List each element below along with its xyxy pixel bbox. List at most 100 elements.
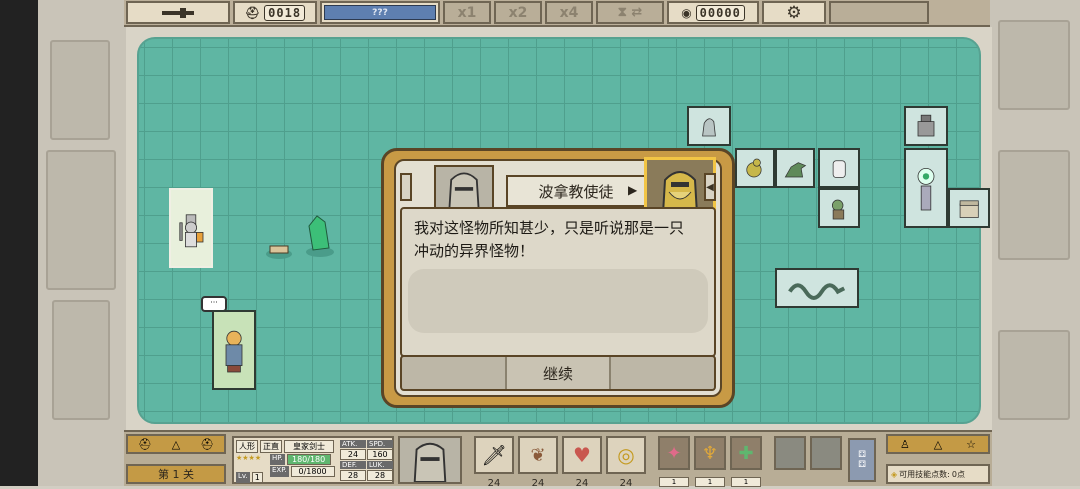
dwarf-unit-tile[interactable] [212, 310, 256, 390]
spd-label: SPD. [367, 440, 393, 448]
shuriken-icon: ✦ [666, 442, 682, 464]
up-arrow-button[interactable]: △ [172, 438, 180, 451]
speed-x2-button[interactable]: x2 [494, 1, 542, 24]
frame-panel [50, 40, 110, 140]
turret-icon [917, 114, 935, 136]
continue-button[interactable]: 继续 [505, 357, 611, 389]
skill-nav: ♙ △ ☆ [886, 434, 990, 454]
dialog-left-tab [400, 173, 412, 201]
skill-attack[interactable]: 🗡 [474, 436, 514, 474]
luk-label: LUK. [367, 461, 393, 469]
item-slot-empty[interactable] [810, 436, 842, 470]
speed-x1-button[interactable]: x1 [443, 1, 491, 24]
serpent-icon [788, 282, 846, 300]
clover-icon: ✚ [738, 442, 754, 464]
hp-label: HP. [270, 454, 285, 465]
skill-speed-value: 24 [531, 478, 545, 489]
progress-bar: ??? [320, 1, 440, 24]
skill-luck[interactable]: ◎ [606, 436, 646, 474]
treasure-chest-icon [959, 200, 979, 218]
knight-helmet-icon [413, 442, 447, 483]
item-claw[interactable]: ♆ [694, 436, 726, 470]
name-arrow-right-icon: ▶ [628, 183, 638, 197]
yellow-chick-tile[interactable] [735, 148, 775, 188]
serpent-tile[interactable] [775, 268, 859, 308]
continue-bar: 继续 [400, 355, 716, 391]
coin-icon: ◎ [617, 443, 635, 467]
heart-icon: ♥ [573, 443, 591, 467]
progress-label: ??? [324, 5, 436, 20]
treasure-chest-tile[interactable] [948, 188, 990, 228]
item-slot-empty[interactable] [774, 436, 806, 470]
dialog-text: 我对这怪物所知甚少，只是听说那是一只冲动的异界怪物！ [414, 219, 685, 260]
luk-value: 28 [367, 470, 393, 481]
ghost-tile[interactable] [818, 148, 860, 188]
dialog-right-arrow[interactable]: ◀ [704, 173, 716, 201]
skill-luck-value: 24 [619, 478, 633, 489]
star-figure-icon: ☆ [966, 437, 977, 451]
coin-icon: ◉ [681, 5, 692, 20]
viking-helmet-icon: ⛑ [200, 437, 215, 451]
exp-value: 0/1800 [290, 466, 335, 477]
viking-helmet-icon: ⛑ [137, 437, 152, 451]
dinosaur-tile[interactable] [775, 148, 815, 188]
race-label: 人形 [236, 440, 258, 453]
def-label: DEF. [340, 461, 366, 469]
item-shuriken[interactable]: ✦ [658, 436, 690, 470]
item-clover[interactable]: ✚ [730, 436, 762, 470]
settings-button[interactable]: ⚙ [762, 1, 826, 24]
skill-health-value: 24 [575, 478, 589, 489]
bird-monster-tile[interactable] [687, 106, 731, 146]
exp-label: EXP. [270, 466, 289, 477]
stage-nav: ⛑ △ ⛑ [126, 434, 226, 454]
rank-stars-icon: ★★★★ [236, 454, 262, 462]
dice-button[interactable]: ⚃ ⚃ [848, 438, 876, 482]
right-frame [988, 0, 1080, 486]
level-value: 1 [251, 472, 263, 483]
bottom-bar: ⛑ △ ⛑ 第 1 关 人形 正直 皇家剑士 ★★★★ HP. 180/180 … [124, 430, 992, 489]
dwarf-icon [225, 330, 243, 372]
skill-point-icon: ◈ [891, 469, 898, 479]
top-right-slot [829, 1, 929, 24]
turret-tile[interactable] [904, 106, 948, 146]
text-bubble-shade [408, 269, 708, 333]
coin-display: ◉ 00000 [667, 1, 759, 24]
speed-x4-button[interactable]: x4 [545, 1, 593, 24]
frame-panel [46, 150, 116, 290]
claw-icon: ♆ [701, 442, 719, 464]
hero-portrait[interactable] [398, 436, 462, 484]
up-arrow-button[interactable]: △ [934, 438, 942, 451]
left-frame [0, 0, 128, 486]
skill-speed[interactable]: ❦ [518, 436, 558, 474]
eye-statue-tile[interactable] [904, 148, 948, 228]
sword-icon: 🗡 [481, 443, 507, 467]
hp-value: 180/180 [286, 454, 331, 465]
pointing-hand-icon [162, 7, 194, 18]
knight-icon [179, 213, 204, 247]
dialog-panel: 波拿教使徒 ▶ ◀ 我对这怪物所知甚少，只是听说那是一只冲动的异界怪物！ 继续 [394, 157, 722, 397]
eye-statue-icon [917, 167, 935, 210]
frame-panel [998, 20, 1070, 110]
gear-icon: ⚙ [786, 2, 802, 23]
knight-helmet-icon [448, 172, 480, 210]
goblin-tile[interactable] [818, 188, 860, 228]
ghost-icon [832, 160, 846, 178]
top-toolbar: ⛑ 0018 ??? x1 x2 x4 ⧗ ⇄ ◉ 00000 ⚙ [124, 0, 990, 27]
dice-icon: ⚃ ⚃ [858, 450, 866, 470]
spd-value: 160 [367, 449, 393, 460]
figure-icon: ♙ [899, 437, 910, 451]
frame-panel [52, 300, 110, 420]
skill-attack-value: 24 [487, 478, 501, 489]
skill-health[interactable]: ♥ [562, 436, 602, 474]
skill-points-value: 0点 [951, 469, 965, 479]
alignment-label: 正直 [260, 440, 282, 453]
boat-sprite [264, 240, 294, 260]
chick-icon [745, 158, 762, 177]
pointer-button[interactable] [126, 1, 230, 24]
knight-hero-tile[interactable] [169, 188, 213, 268]
hourglass-icon: ⧗ ⇄ [617, 5, 643, 20]
frame-panel [998, 330, 1070, 420]
speaker-name-text: 波拿教使徒 [538, 182, 614, 201]
viking-helmet-icon: ⛑ [244, 5, 261, 20]
hourglass-button[interactable]: ⧗ ⇄ [596, 1, 664, 24]
